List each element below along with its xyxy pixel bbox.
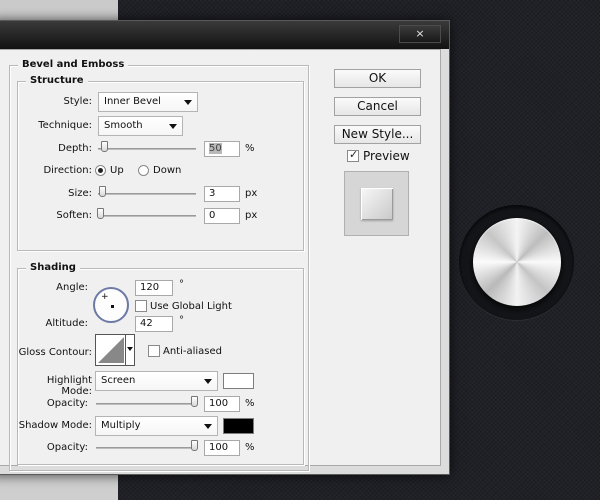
direction-label: Direction: [43, 165, 92, 176]
gloss-contour-picker[interactable] [95, 334, 135, 366]
use-global-light-checkbox[interactable] [135, 300, 147, 312]
shadow-opacity-slider-thumb[interactable] [191, 440, 198, 451]
chevron-down-icon [169, 124, 177, 129]
angle-label: Angle: [56, 282, 88, 293]
angle-unit: ° [179, 279, 184, 290]
layer-style-dialog: × Bevel and Emboss Structure Style: Inne… [0, 20, 450, 475]
highlight-mode-label: Highlight Mode: [46, 375, 92, 397]
altitude-value: 42 [140, 318, 153, 329]
depth-slider-track[interactable] [98, 148, 196, 150]
depth-input[interactable]: 50 [204, 141, 240, 157]
technique-label: Technique: [38, 120, 92, 131]
use-global-light-label: Use Global Light [150, 301, 232, 312]
soften-slider-thumb[interactable] [97, 208, 104, 219]
highlight-color-swatch[interactable] [223, 373, 254, 389]
size-input[interactable]: 3 [204, 186, 240, 202]
chevron-down-icon [204, 424, 212, 429]
gloss-contour-label: Gloss Contour: [18, 347, 92, 358]
depth-unit: % [245, 143, 255, 154]
contour-divider [125, 335, 126, 365]
altitude-input[interactable]: 42 [135, 316, 173, 332]
chevron-down-icon [127, 347, 133, 351]
highlight-opacity-unit: % [245, 398, 255, 409]
direction-up-radio[interactable] [95, 165, 106, 176]
highlight-opacity-input[interactable]: 100 [204, 396, 240, 412]
bevel-emboss-title: Bevel and Emboss [18, 59, 129, 70]
soften-unit: px [245, 210, 258, 221]
direction-down-label: Down [153, 165, 182, 176]
highlight-opacity-value: 100 [209, 398, 229, 409]
shadow-opacity-unit: % [245, 442, 255, 453]
altitude-unit: ° [179, 315, 184, 326]
ok-button[interactable]: OK [334, 69, 421, 88]
soften-slider-track[interactable] [98, 215, 196, 217]
light-crosshair-icon: + [101, 292, 109, 302]
shadow-mode-select[interactable]: Multiply [95, 416, 218, 436]
highlight-opacity-slider-thumb[interactable] [191, 396, 198, 407]
chevron-down-icon [204, 379, 212, 384]
soften-input[interactable]: 0 [204, 208, 240, 224]
technique-select-value: Smooth [104, 120, 143, 131]
structure-title: Structure [26, 75, 88, 86]
shadow-mode-value: Multiply [101, 420, 141, 431]
angle-input[interactable]: 120 [135, 280, 173, 296]
shadow-opacity-label: Opacity: [46, 442, 88, 453]
soften-label: Soften: [56, 210, 92, 221]
depth-label: Depth: [58, 143, 92, 154]
angle-dial[interactable]: + [93, 287, 129, 323]
close-button[interactable]: × [399, 25, 441, 43]
style-select[interactable]: Inner Bevel [98, 92, 198, 112]
size-unit: px [245, 188, 258, 199]
cancel-button[interactable]: Cancel [334, 97, 421, 116]
anti-aliased-checkbox[interactable] [148, 345, 160, 357]
highlight-opacity-slider-track[interactable] [96, 403, 194, 405]
depth-slider-thumb[interactable] [101, 141, 108, 152]
style-preview-swatch [361, 188, 393, 220]
shadow-opacity-value: 100 [209, 442, 229, 453]
dialog-content: Bevel and Emboss Structure Style: Inner … [0, 49, 441, 471]
preview-checkbox[interactable]: ✓ [347, 148, 359, 162]
soften-value: 0 [209, 210, 216, 221]
new-style-button[interactable]: New Style... [334, 125, 421, 144]
shading-title: Shading [26, 262, 80, 273]
shadow-color-swatch[interactable] [223, 418, 254, 434]
size-slider-track[interactable] [98, 193, 196, 195]
close-icon: × [415, 27, 425, 40]
anti-aliased-label: Anti-aliased [163, 346, 223, 357]
highlight-opacity-label: Opacity: [46, 398, 88, 409]
angle-value: 120 [140, 282, 160, 293]
style-label: Style: [63, 96, 93, 107]
highlight-mode-value: Screen [101, 375, 136, 386]
size-value: 3 [209, 188, 216, 199]
size-slider-thumb[interactable] [99, 186, 106, 197]
chevron-down-icon [184, 100, 192, 105]
dialog-titlebar: × [0, 21, 449, 49]
style-select-value: Inner Bevel [104, 96, 161, 107]
direction-down-radio[interactable] [138, 165, 149, 176]
shadow-opacity-input[interactable]: 100 [204, 440, 240, 456]
direction-up-label: Up [110, 165, 124, 176]
technique-select[interactable]: Smooth [98, 116, 183, 136]
angle-dot-icon [111, 305, 114, 308]
style-preview-box [344, 171, 409, 236]
contour-curve-icon [98, 337, 124, 363]
size-label: Size: [68, 188, 92, 199]
checkmark-icon: ✓ [349, 148, 359, 161]
preview-label: Preview [363, 149, 410, 163]
shadow-mode-label: Shadow Mode: [18, 420, 92, 431]
depth-value: 50 [209, 143, 222, 154]
shadow-opacity-slider-track[interactable] [96, 447, 194, 449]
metal-knob-artwork [473, 218, 561, 306]
highlight-mode-select[interactable]: Screen [95, 371, 218, 391]
altitude-label: Altitude: [45, 318, 88, 329]
